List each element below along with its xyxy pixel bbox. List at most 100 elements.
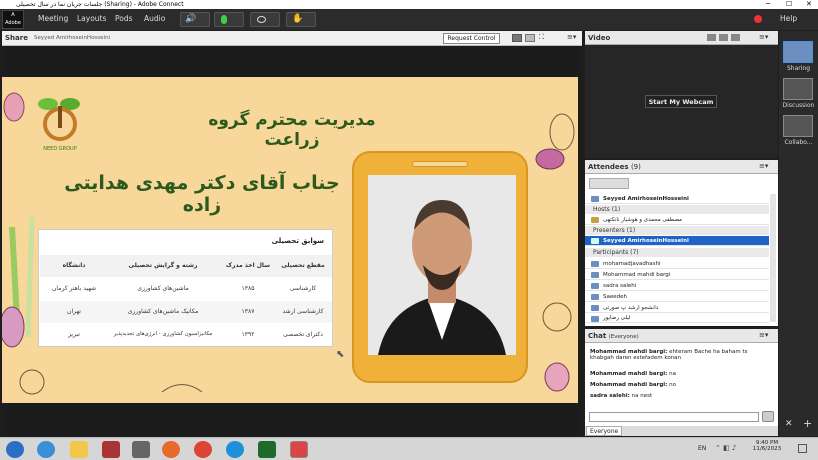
table-cell: تبریز [68, 331, 80, 338]
edge-icon[interactable] [226, 441, 244, 458]
attendee-view-toolbar[interactable] [589, 178, 629, 189]
close-window-button[interactable]: ✕ [806, 0, 812, 9]
menu-meeting[interactable]: Meeting [38, 14, 68, 23]
webcam-button[interactable] [250, 12, 280, 27]
attendees-title: Attendees (9) [588, 163, 641, 171]
table-cell: ۱۳۸۷ [241, 308, 255, 315]
table-cell: مکانیزاسیون کشاورزی - انرژی‌های تجدیدپذی… [113, 331, 213, 337]
microphone-button[interactable] [214, 12, 244, 27]
participant-entry[interactable]: sadra salehi [585, 281, 769, 291]
fit-view-icon[interactable] [512, 34, 522, 42]
video-pod: Video ≡▾ Start My Webcam [585, 31, 778, 158]
hosts-group-header[interactable]: Hosts (1) [585, 205, 769, 214]
fullscreen-icon[interactable]: ⛶ [539, 33, 544, 42]
chrome-icon[interactable] [194, 441, 212, 458]
chat-message: sadra salehi: na nest [590, 393, 653, 399]
start-webcam-button[interactable]: Start My Webcam [645, 95, 717, 108]
participant-entry[interactable]: Saeedeh [585, 292, 769, 302]
share-presenter-name: Seyyed AmirhoseinHosseini [34, 35, 111, 41]
user-icon [591, 294, 599, 300]
request-control-button[interactable]: Request Control [443, 33, 500, 44]
table-cell: کارشناسی [289, 285, 317, 292]
layout-discussion-button[interactable] [783, 78, 813, 100]
chat-message: Mohammad mahdi bargi: no [590, 382, 676, 388]
minimize-button[interactable]: ─ [766, 0, 770, 9]
layout-sharing-button[interactable] [783, 41, 813, 63]
chat-title: Chat (Everyone) [588, 332, 639, 340]
presentation-slide: NEED GROUP مدیریت محترم گروه زراعت جناب … [2, 77, 578, 403]
menu-audio[interactable]: Audio [144, 14, 165, 23]
webcam-icon [257, 16, 266, 23]
table-row: دکترای تخصصی ۱۳۹۲ مکانیزاسیون کشاورزی - … [40, 324, 332, 346]
chat-tab-bar: Everyone [585, 426, 778, 436]
table-caption: سوابق تحصیلی [271, 237, 324, 245]
hand-icon: ✋ [292, 14, 304, 24]
table-cell: تهران [67, 308, 81, 315]
menu-layouts[interactable]: Layouts [77, 14, 106, 23]
speaker-button[interactable]: 🔊 [180, 12, 210, 27]
pod-options-icon[interactable]: ≡▾ [567, 33, 576, 41]
presenter-icon [591, 238, 599, 244]
internet-explorer-icon[interactable] [37, 441, 55, 458]
attendees-scrollbar[interactable] [770, 194, 776, 322]
excel-icon[interactable] [258, 441, 276, 458]
table-cell: ماشین‌های کشاورزی [137, 285, 189, 292]
clock[interactable]: 9:40 PM 11/6/2023 [747, 440, 787, 452]
menu-pods[interactable]: Pods [115, 14, 133, 23]
firefox-icon[interactable] [162, 441, 180, 458]
pod-options-icon[interactable]: ≡▾ [759, 162, 768, 170]
menu-help[interactable]: Help [780, 14, 797, 23]
layout-collaboration-button[interactable] [783, 115, 813, 137]
share-pod-title: Share [5, 34, 28, 42]
windows-taskbar: EN ⌃ ◧ ♪ 9:40 PM 11/6/2023 [0, 437, 818, 460]
self-entry[interactable]: Seyyed AmirhoseinHosseini [585, 194, 769, 204]
grid-view-icon[interactable] [707, 34, 716, 41]
sidebar-view-icon[interactable] [525, 34, 535, 42]
tray-icons[interactable]: ⌃ ◧ ♪ [715, 444, 736, 452]
file-explorer-icon[interactable] [70, 441, 88, 458]
share-pod-header: Share Seyyed AmirhoseinHosseini Request … [2, 31, 582, 46]
record-indicator-icon[interactable] [754, 15, 762, 23]
participant-entry[interactable]: دانشجو ارشد پ صورتی [585, 303, 769, 313]
pod-options-icon[interactable]: ≡▾ [759, 33, 768, 41]
chat-pod: Chat (Everyone) ≡▾ Mohammad mahdi bargi:… [585, 329, 778, 436]
speaker-icon: 🔊 [185, 14, 197, 24]
chat-input[interactable] [589, 412, 759, 422]
table-cell: ۱۳۹۲ [241, 331, 255, 338]
participant-entry[interactable]: Mohammad mahdi bargi [585, 270, 769, 280]
user-icon [591, 316, 599, 322]
media-icon[interactable] [102, 441, 120, 458]
participant-entry[interactable]: mohamadjavadhashi [585, 259, 769, 269]
presenters-group-header[interactable]: Presenters (1) [585, 226, 769, 235]
pod-options-icon[interactable]: ≡▾ [759, 331, 768, 339]
window-title-bar: جلسات جریان نما در سال تحصیلی (Sharing) … [0, 0, 818, 9]
video-pod-header: Video ≡▾ [585, 31, 778, 45]
add-layout-icon[interactable]: + [803, 417, 812, 430]
chat-tab-everyone[interactable]: Everyone [586, 426, 623, 436]
portrait-photo [368, 175, 516, 355]
maximize-button[interactable]: ☐ [786, 0, 792, 9]
user-icon [591, 196, 599, 202]
filmstrip-view-icon[interactable] [719, 34, 728, 41]
presenter-entry[interactable]: Seyyed AmirhoseinHosseini [585, 236, 769, 246]
attendees-pod: Attendees (9) ≡▾ Seyyed AmirhoseinHossei… [585, 160, 778, 326]
participants-group-header[interactable]: Participants (7) [585, 248, 769, 257]
video-player-icon[interactable] [132, 441, 150, 458]
raise-hand-button[interactable]: ✋ [286, 12, 316, 27]
user-icon [591, 272, 599, 278]
participant-entry[interactable]: لیلی رضاپور [585, 314, 769, 323]
share-pod: Share Seyyed AmirhoseinHosseini Request … [2, 31, 582, 436]
language-indicator[interactable]: EN [698, 445, 706, 452]
chat-message: Mohammad mahdi bargi: ehteram Bache ha b… [590, 349, 748, 361]
collapse-rail-icon[interactable]: ✕ [785, 419, 793, 429]
layouts-rail: Sharing Discussion Collabo... ✕ + [779, 31, 818, 436]
table-cell: ۱۳۸۵ [241, 285, 255, 292]
start-icon[interactable] [6, 441, 24, 458]
slide-person-name: جناب آقای دکتر مهدی هدایتی زاده [64, 172, 340, 216]
adobe-connect-icon[interactable] [290, 441, 308, 458]
phone-speaker-slot [412, 161, 468, 167]
host-entry[interactable]: مصطفی محمدی و هوشیار نانکتهی [585, 215, 769, 225]
notifications-icon[interactable] [798, 444, 807, 453]
stage-view-icon[interactable] [731, 34, 740, 41]
send-message-icon[interactable] [762, 411, 774, 422]
